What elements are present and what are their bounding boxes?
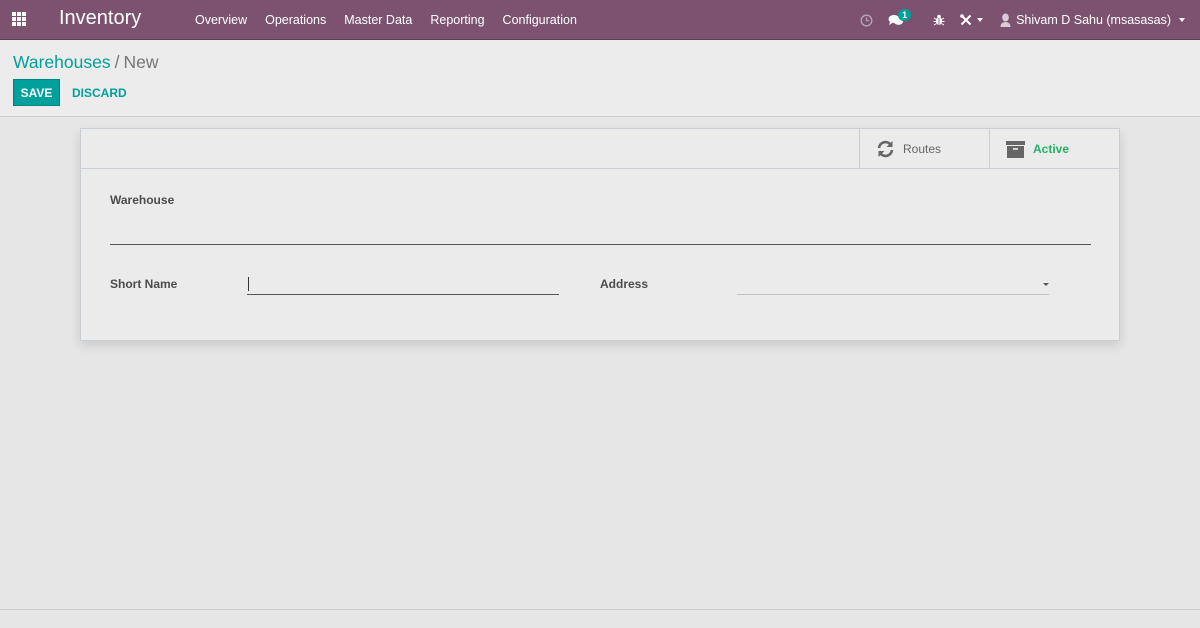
active-toggle-button[interactable]: Active: [989, 129, 1119, 169]
address-label: Address: [600, 277, 649, 291]
debug-button[interactable]: [926, 0, 952, 40]
address-select[interactable]: [737, 275, 1049, 295]
app-title[interactable]: Inventory: [59, 7, 141, 30]
breadcrumb-separator: /: [114, 52, 120, 72]
footer-divider: [0, 609, 1200, 610]
breadcrumb: Warehouses / New: [13, 52, 158, 73]
messages-count-badge: 1: [898, 9, 912, 21]
save-button[interactable]: SAVE: [13, 79, 60, 106]
user-menu[interactable]: Shivam D Sahu (msasasas): [990, 0, 1200, 40]
activity-button[interactable]: [850, 0, 882, 40]
tools-menu-button[interactable]: [952, 0, 990, 40]
discard-button[interactable]: DISCARD: [72, 79, 127, 106]
menu-item-master-data[interactable]: Master Data: [335, 0, 421, 40]
refresh-icon: [875, 139, 895, 159]
user-avatar-icon: [1000, 13, 1011, 27]
bug-icon: [933, 14, 945, 26]
dropdown-caret-icon[interactable]: [1043, 283, 1049, 286]
routes-label: Routes: [903, 142, 942, 156]
chevron-down-icon: [1179, 18, 1185, 22]
text-cursor: [248, 277, 249, 291]
messages-button[interactable]: 1: [886, 0, 926, 40]
routes-button[interactable]: Routes: [859, 129, 989, 169]
short-name-input[interactable]: [247, 275, 559, 295]
menu-item-reporting[interactable]: Reporting: [421, 0, 493, 40]
top-navbar: Inventory Overview Operations Master Dat…: [0, 0, 1200, 40]
warehouse-label: Warehouse: [110, 193, 175, 207]
warehouse-name-input[interactable]: [110, 219, 1091, 245]
tools-icon: [959, 14, 971, 26]
main-menu: Overview Operations Master Data Reportin…: [186, 0, 586, 40]
form-sheet: Routes Active Warehouse Short Name Addre…: [80, 128, 1120, 341]
control-panel: Warehouses / New SAVE DISCARD: [0, 40, 1200, 117]
menu-item-operations[interactable]: Operations: [256, 0, 335, 40]
archive-icon: [1005, 139, 1025, 159]
active-label: Active: [1033, 142, 1070, 156]
clock-icon: [860, 14, 873, 26]
systray: 1 Shivam D Sahu (msasasas): [850, 0, 1200, 40]
short-name-label: Short Name: [110, 277, 178, 291]
chevron-down-icon: [976, 18, 983, 22]
user-name: Shivam D Sahu (msasasas): [1016, 13, 1171, 27]
menu-item-overview[interactable]: Overview: [186, 0, 256, 40]
apps-grid-icon[interactable]: [12, 12, 28, 26]
address-input[interactable]: [737, 275, 1027, 294]
smart-button-box: Routes Active: [81, 129, 1119, 169]
menu-item-configuration[interactable]: Configuration: [494, 0, 586, 40]
breadcrumb-current: New: [123, 52, 159, 72]
breadcrumb-warehouses[interactable]: Warehouses: [13, 52, 111, 72]
